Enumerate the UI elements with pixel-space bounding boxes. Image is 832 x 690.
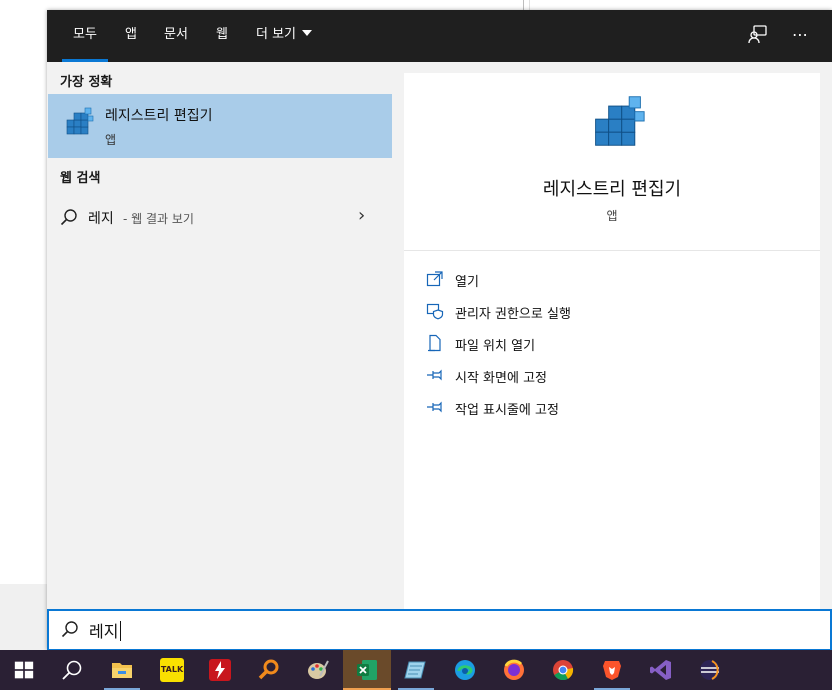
tab-more-label: 더 보기 (256, 27, 297, 42)
brave-icon (603, 661, 621, 680)
taskbar-eclipse[interactable] (686, 650, 734, 690)
chrome-icon (553, 660, 574, 681)
folder-icon (112, 663, 132, 678)
open-label: 열기 (455, 275, 479, 290)
file-location-icon (428, 334, 441, 352)
visual-studio-icon (650, 660, 671, 680)
taskbar-file-explorer[interactable] (98, 650, 146, 690)
chevron-right-icon[interactable]: › (358, 205, 365, 226)
taskbar-firefox[interactable] (490, 650, 538, 690)
search-icon (61, 621, 78, 638)
filter-tab-bar: 모두 앱 문서 웹 더 보기 ⋯ (47, 10, 832, 62)
registry-editor-icon (595, 96, 645, 146)
search-input-value: 레지 (89, 622, 119, 641)
search-icon (62, 660, 82, 680)
magnifier-icon (258, 659, 279, 680)
shield-icon (426, 303, 444, 320)
chevron-down-icon (302, 30, 313, 36)
search-icon (60, 209, 77, 226)
tab-web[interactable]: 웹 (216, 10, 228, 62)
firefox-icon (504, 659, 524, 680)
taskbar-flash-app[interactable] (196, 650, 244, 690)
edge-icon (455, 660, 475, 680)
tab-apps[interactable]: 앱 (125, 10, 137, 62)
taskbar: TALK (0, 650, 832, 690)
desktop-window-strip (0, 584, 48, 650)
pin-to-start-label: 시작 화면에 고정 (455, 371, 547, 386)
tab-documents[interactable]: 문서 (164, 10, 188, 62)
taskbar-edge[interactable] (441, 650, 489, 690)
pin-icon (427, 369, 442, 381)
pin-icon (427, 401, 442, 413)
registry-editor-icon (66, 107, 94, 135)
taskbar-brave[interactable] (588, 650, 636, 690)
excel-icon (357, 660, 377, 680)
start-search-panel: 모두 앱 문서 웹 더 보기 ⋯ 가장 정확 레지스트리 편집기 앱 웹 검색 … (47, 10, 832, 651)
start-button[interactable] (0, 650, 48, 690)
best-match-result[interactable]: 레지스트리 편집기 앱 (48, 94, 392, 158)
taskbar-search-tool[interactable] (245, 650, 293, 690)
web-search-query: 레지 (88, 211, 114, 227)
taskbar-notes[interactable] (392, 650, 440, 690)
results-column: 가장 정확 레지스트리 편집기 앱 웹 검색 레지 - 웹 결과 보기 › (47, 62, 404, 610)
text-cursor (120, 621, 122, 641)
details-pane: 레지스트리 편집기 앱 열기 관리자 권한으로 실행 파일 위치 열기 시작 화… (404, 73, 820, 610)
open-file-location-label: 파일 위치 열기 (455, 339, 536, 354)
taskbar-chrome[interactable] (539, 650, 587, 690)
web-search-heading: 웹 검색 (60, 171, 101, 186)
app-type: 앱 (606, 209, 618, 223)
feedback-person-icon[interactable] (747, 24, 769, 46)
more-options-icon[interactable]: ⋯ (789, 24, 811, 46)
open-icon (426, 271, 443, 287)
divider (404, 250, 820, 251)
web-search-hint: - 웹 결과 보기 (123, 212, 194, 226)
background-window-edge (529, 0, 530, 10)
pin-to-taskbar-label: 작업 표시줄에 고정 (455, 403, 559, 418)
windows-icon (14, 661, 34, 679)
background-window-edge (523, 0, 524, 10)
taskbar-kakaotalk[interactable]: TALK (148, 650, 196, 690)
taskbar-visual-studio[interactable] (637, 650, 685, 690)
app-title: 레지스트리 편집기 (542, 179, 682, 200)
best-match-type: 앱 (105, 133, 117, 147)
palette-icon (308, 660, 329, 679)
best-match-heading: 가장 정확 (60, 75, 113, 90)
web-search-result[interactable]: 레지 - 웹 결과 보기 › (48, 200, 392, 234)
run-as-admin-label: 관리자 권한으로 실행 (455, 307, 571, 322)
notepad-icon (404, 661, 426, 679)
kakaotalk-icon: TALK (160, 658, 184, 682)
eclipse-icon (700, 660, 720, 680)
best-match-title: 레지스트리 편집기 (105, 108, 213, 124)
search-input[interactable]: 레지 (47, 609, 832, 651)
lightning-icon (209, 659, 231, 681)
tab-more[interactable]: 더 보기 (256, 10, 313, 62)
tab-all[interactable]: 모두 (62, 10, 108, 62)
taskbar-excel[interactable] (343, 650, 391, 690)
taskbar-paint[interactable] (294, 650, 342, 690)
taskbar-search-button[interactable] (48, 650, 96, 690)
